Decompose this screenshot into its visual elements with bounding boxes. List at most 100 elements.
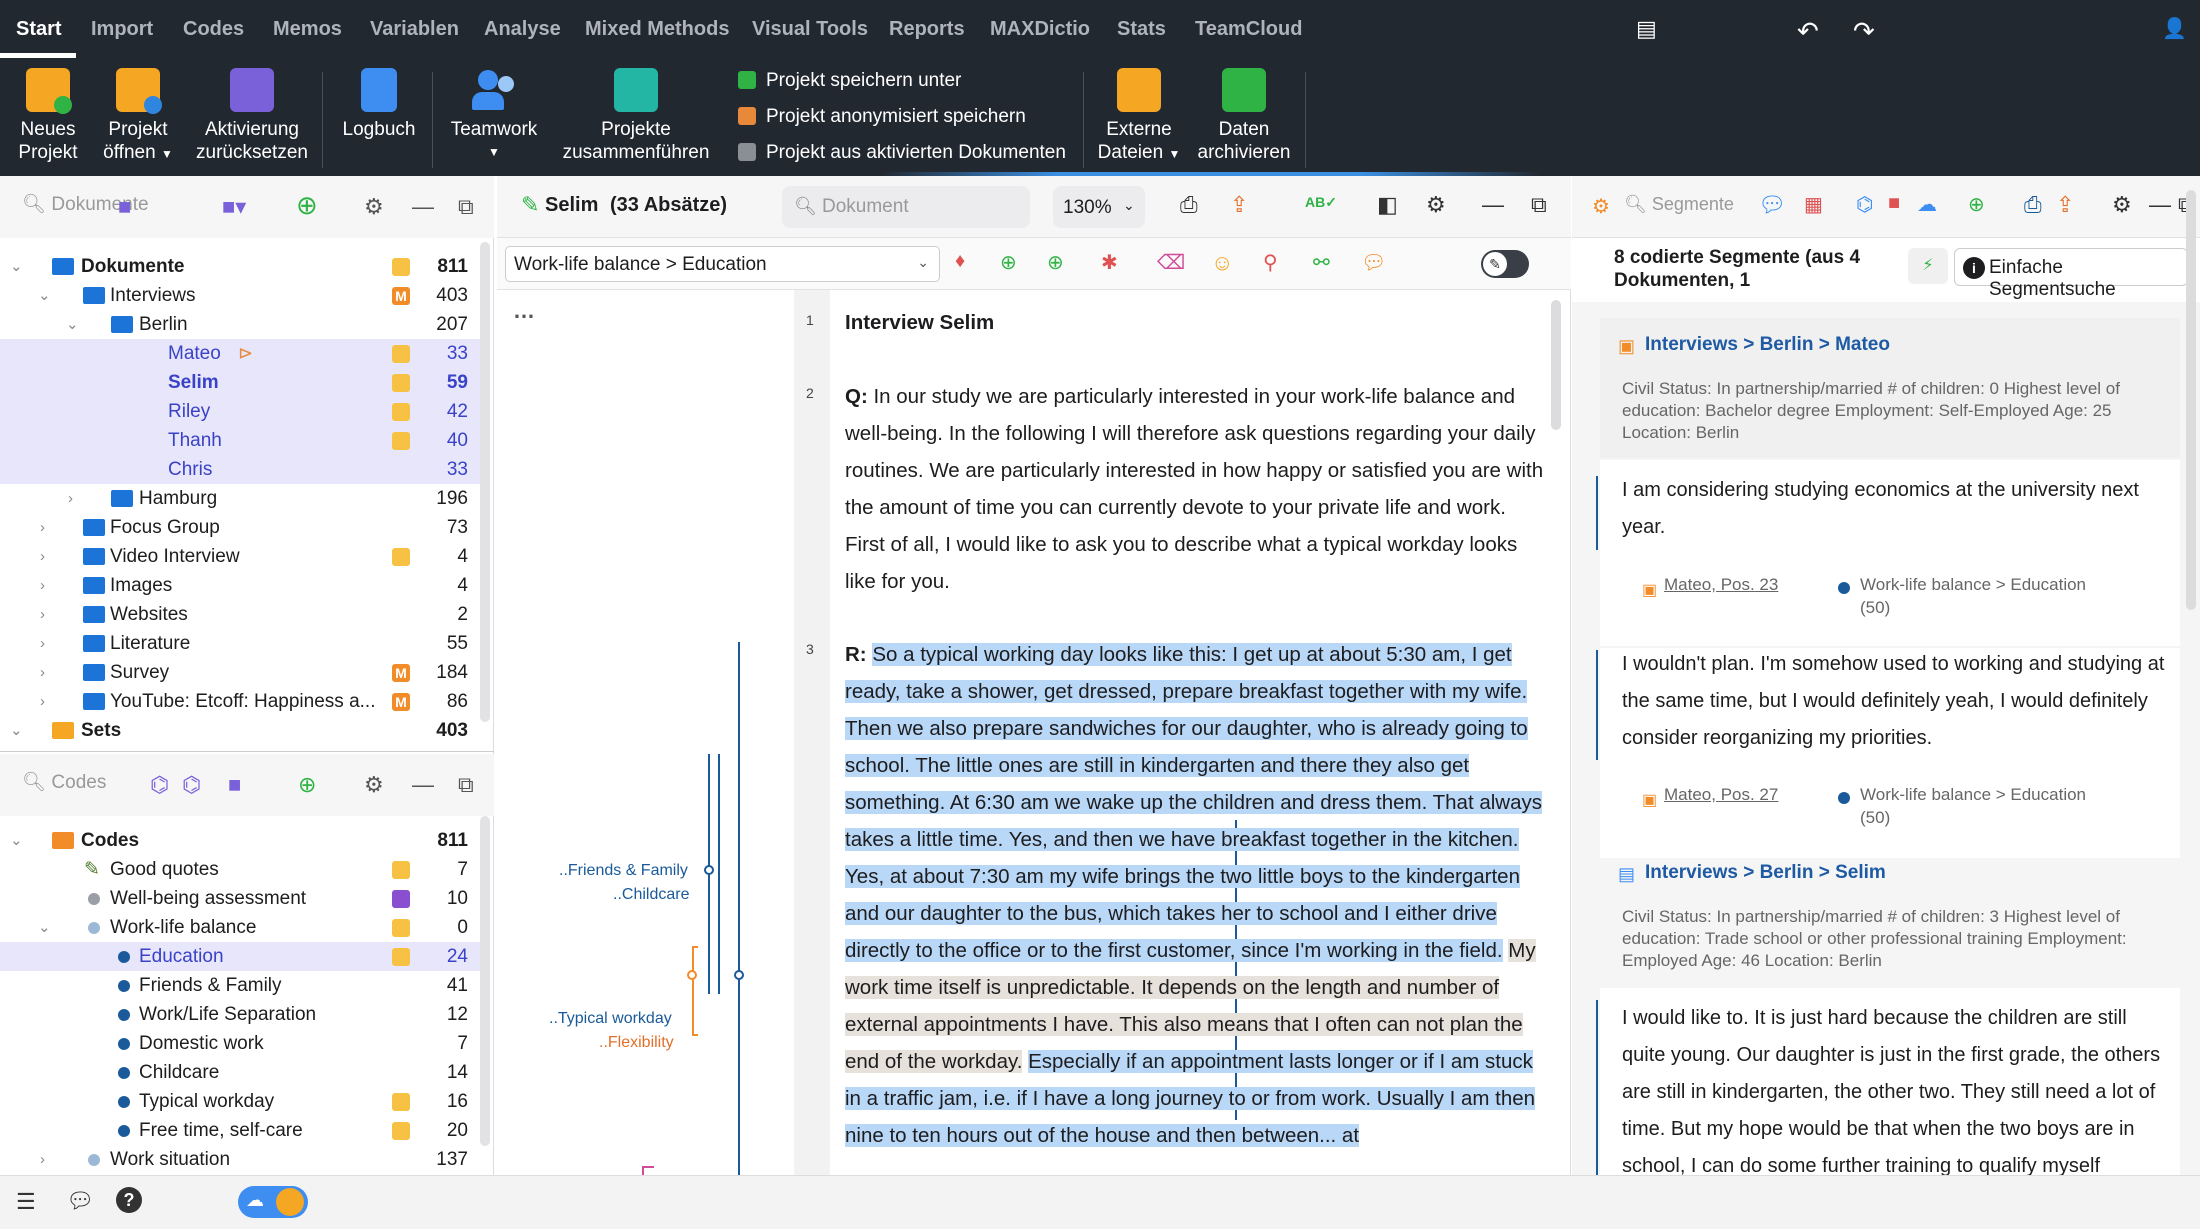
new-code-icon[interactable]: ⊕ [298, 772, 316, 798]
layout-icon[interactable]: ▤ [1636, 16, 1657, 42]
document-tree-scrollbar[interactable] [480, 242, 490, 722]
undock-icon[interactable]: ⧉ [1531, 192, 1547, 218]
cloud-icon[interactable]: ☁ [1917, 192, 1937, 217]
external-files-button[interactable]: Externe Dateien ▼ [1094, 68, 1184, 166]
tree-row-hamburg[interactable]: › Hamburg 196 [0, 484, 480, 513]
add-code-icon[interactable]: ⊕ [1000, 250, 1017, 275]
coding-stripe-childcare[interactable] [718, 754, 720, 994]
code-filter-icon[interactable]: ⌬ [150, 772, 169, 798]
code-tree-scrollbar[interactable] [480, 816, 490, 1146]
chevron-right-icon[interactable]: › [40, 658, 45, 687]
tree-row-images[interactable]: › Images 4 [0, 571, 480, 600]
gear-icon[interactable]: ⚙ [1426, 192, 1446, 218]
segment-text[interactable]: I am considering studying economics at t… [1622, 472, 2172, 546]
menu-icon[interactable]: ☰ [16, 1189, 36, 1215]
memo-icon[interactable] [392, 890, 410, 908]
tree-row-domestic-work[interactable]: Domestic work 7 [0, 1029, 480, 1058]
segment-source-link[interactable]: Mateo, Pos. 23 [1664, 575, 1778, 595]
sidebar-toggle-icon[interactable]: ◧ [1377, 192, 1398, 218]
add-code-icon[interactable]: ⊕ [1968, 192, 1985, 217]
chevron-right-icon[interactable]: › [40, 542, 45, 571]
chevron-down-icon[interactable]: ⌄ [10, 716, 23, 745]
segment-source-link[interactable]: Mateo, Pos. 27 [1664, 785, 1778, 805]
memo-icon[interactable] [392, 1122, 410, 1140]
open-project-button[interactable]: Projekt öffnen ▼ [98, 68, 178, 166]
tree-row-riley[interactable]: Riley 42 [0, 397, 480, 426]
minimize-icon[interactable]: — [1482, 192, 1504, 218]
gear-icon[interactable]: ⚙ [2112, 192, 2132, 218]
tree-row-websites[interactable]: › Websites 2 [0, 600, 480, 629]
chat-icon[interactable]: 💬︎ [66, 1188, 94, 1214]
more-options-icon[interactable]: … [513, 298, 535, 324]
tree-row-survey[interactable]: › Survey M 184 [0, 658, 480, 687]
chevron-right-icon[interactable]: › [40, 600, 45, 629]
chevron-down-icon[interactable]: ⌄ [10, 252, 23, 281]
eraser-icon[interactable]: ⌫ [1157, 250, 1185, 275]
document-search-input[interactable]: 🔍︎ Dokument [782, 186, 1030, 228]
smart-filter-button[interactable]: ⚡︎ [1908, 248, 1948, 284]
chevron-down-icon[interactable]: ⌄ [38, 913, 51, 942]
tree-row-mateo[interactable]: Mateo ⊳ 33 [0, 339, 480, 368]
tab-memos[interactable]: Memos [273, 18, 342, 41]
highlight-icon[interactable]: ✱ [1101, 250, 1118, 275]
chevron-right-icon[interactable]: › [40, 513, 45, 542]
gear-icon[interactable]: ⚙ [364, 194, 384, 220]
document-set-icon[interactable]: ■▾ [222, 194, 246, 220]
coding-stripe-label[interactable]: ..Flexibility [599, 1034, 674, 1052]
chevron-right-icon[interactable]: › [68, 484, 73, 513]
tree-row-sets[interactable]: ⌄ Sets 403 [0, 716, 480, 745]
tree-row-documents[interactable]: ⌄ Dokumente 811 [0, 252, 480, 281]
undock-icon[interactable]: ⧉ [458, 194, 474, 220]
tab-visual-tools[interactable]: Visual Tools [752, 18, 868, 41]
segment-text[interactable]: I would like to. It is just hard because… [1622, 1000, 2172, 1175]
edit-icon[interactable]: ✎ [521, 192, 539, 218]
code-select[interactable]: Work-life balance > Education ⌄ [505, 246, 940, 282]
tree-row-thanh[interactable]: Thanh 40 [0, 426, 480, 455]
add-icon[interactable]: ⊕ [296, 190, 318, 221]
tree-row-codes[interactable]: ⌄ Codes 811 [0, 826, 480, 855]
print-icon[interactable]: ⎙ [2024, 192, 2042, 218]
memo-m-icon[interactable]: M [392, 287, 410, 305]
tree-row-well-being[interactable]: Well-being assessment 10 [0, 884, 480, 913]
tree-row-typical-workday[interactable]: Typical workday 16 [0, 1087, 480, 1116]
simple-segment-search-button[interactable]: i Einfache Segmentsuche [1954, 248, 2188, 300]
document-scrollbar[interactable] [1551, 300, 1561, 430]
tab-teamcloud[interactable]: TeamCloud [1195, 18, 1302, 41]
tree-row-work-situation[interactable]: › Work situation 137 [0, 1145, 480, 1174]
tree-row-good-quotes[interactable]: ✎ Good quotes 7 [0, 855, 480, 884]
memo-icon[interactable] [392, 948, 410, 966]
memo-m-icon[interactable]: M [392, 693, 410, 711]
edit-mode-toggle[interactable]: ✎ [1481, 250, 1529, 278]
user-icon[interactable]: 👤 [2162, 16, 2187, 41]
tree-row-work-life-separation[interactable]: Work/Life Separation 12 [0, 1000, 480, 1029]
tree-row-selim[interactable]: Selim 59 [0, 368, 480, 397]
segment-group-path[interactable]: Interviews > Berlin > Selim [1645, 862, 1886, 884]
coding-stripe-label[interactable]: ..Typical workday [549, 1010, 672, 1028]
table-icon[interactable]: ▦ [1804, 192, 1823, 217]
memo-icon[interactable] [392, 345, 410, 363]
tab-maxdictio[interactable]: MAXDictio [990, 18, 1090, 41]
export-icon[interactable]: ⇪ [1230, 192, 1248, 218]
retrieve-icon[interactable]: ⚙ [1592, 194, 1610, 219]
chevron-down-icon[interactable]: ⌄ [38, 281, 51, 310]
help-icon[interactable]: ? [116, 1187, 142, 1213]
chevron-down-icon[interactable]: ⌄ [66, 310, 79, 339]
tree-row-free-time[interactable]: Free time, self-care 20 [0, 1116, 480, 1145]
tree-row-berlin[interactable]: ⌄ Berlin 207 [0, 310, 480, 339]
tab-start[interactable]: Start [16, 18, 62, 41]
tab-reports[interactable]: Reports [889, 18, 965, 41]
chevron-right-icon[interactable]: › [40, 571, 45, 600]
redo-icon[interactable]: ↷ [1853, 16, 1875, 47]
minimize-icon[interactable]: — [2149, 192, 2171, 218]
pin-icon[interactable]: ⚲ [1263, 250, 1278, 275]
tree-row-youtube[interactable]: › YouTube: Etcoff: Happiness a... M 86 [0, 687, 480, 716]
merge-projects-button[interactable]: Projekte zusammenführen [558, 68, 714, 164]
logbook-button[interactable]: Logbuch [338, 68, 420, 141]
coding-stripe-node[interactable] [687, 970, 697, 980]
zoom-select[interactable]: 130% ⌄ [1053, 186, 1145, 228]
code-filter-2-icon[interactable]: ⌬ [182, 772, 201, 798]
comment-icon[interactable]: 💬︎ [1361, 250, 1386, 275]
coding-stripe-node[interactable] [734, 970, 744, 980]
memo-icon[interactable] [392, 919, 410, 937]
gear-icon[interactable]: ⚙ [364, 772, 384, 798]
